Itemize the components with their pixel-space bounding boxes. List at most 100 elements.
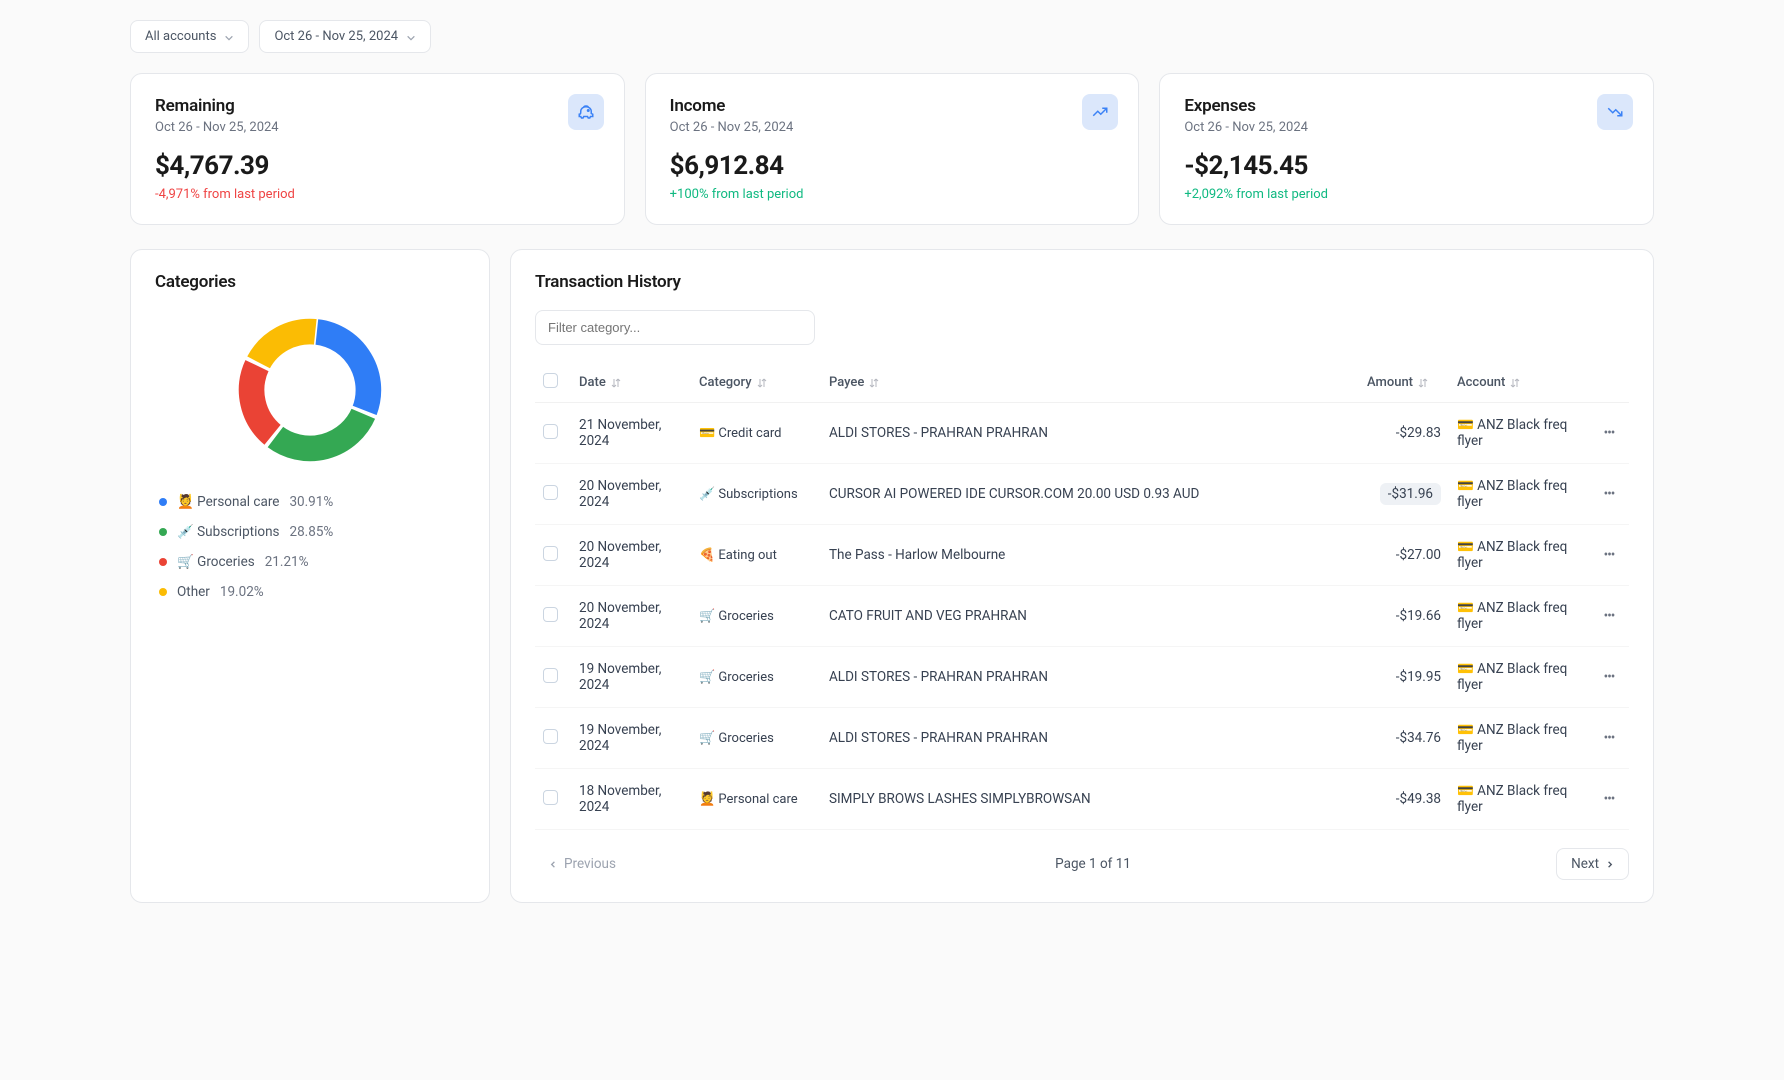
expenses-title: Expenses [1184,96,1629,116]
legend-pct: 21.21% [265,554,309,570]
cell-account: 💳 ANZ Black freq flyer [1449,403,1589,464]
sort-icon [868,377,880,389]
transactions-table: Date Category Payee Amount Account 21 No… [535,363,1629,830]
col-account[interactable]: Account [1449,363,1589,403]
expenses-card: Expenses Oct 26 - Nov 25, 2024 -$2,145.4… [1159,73,1654,225]
period-filter[interactable]: Oct 26 - Nov 25, 2024 [259,20,431,53]
cell-date: 21 November, 2024 [571,403,691,464]
account-filter[interactable]: All accounts [130,20,249,53]
col-amount[interactable]: Amount [1359,363,1449,403]
categories-donut-chart [230,310,390,470]
cell-account: 💳 ANZ Black freq flyer [1449,708,1589,769]
table-row[interactable]: 21 November, 2024 💳 Credit card ALDI STO… [535,403,1629,464]
table-row[interactable]: 20 November, 2024 💉 Subscriptions CURSOR… [535,464,1629,525]
cell-payee: ALDI STORES - PRAHRAN PRAHRAN [821,403,1359,464]
chevron-down-icon [406,32,416,42]
cell-date: 20 November, 2024 [571,464,691,525]
next-button[interactable]: Next [1556,848,1629,880]
legend-dot [159,558,167,566]
row-more-button[interactable]: ••• [1597,726,1621,750]
cell-category: 💆 Personal care [691,769,821,830]
cell-amount: -$31.96 [1359,464,1449,525]
row-checkbox[interactable] [543,729,558,744]
cell-payee: ALDI STORES - PRAHRAN PRAHRAN [821,708,1359,769]
legend-dot [159,588,167,596]
col-category[interactable]: Category [691,363,821,403]
cell-category: 🛒 Groceries [691,586,821,647]
row-more-button[interactable]: ••• [1597,421,1621,445]
account-filter-label: All accounts [145,29,216,44]
legend-item: 💆 Personal care 30.91% [159,494,465,510]
filter-bar: All accounts Oct 26 - Nov 25, 2024 [130,20,1654,53]
chevron-right-icon [1605,860,1614,869]
legend-item: Other 19.02% [159,584,465,600]
categories-legend: 💆 Personal care 30.91% 💉 Subscriptions 28… [155,494,465,600]
category-filter-input[interactable] [535,310,815,345]
col-date[interactable]: Date [571,363,691,403]
cell-date: 19 November, 2024 [571,708,691,769]
prev-button[interactable]: Previous [535,849,630,879]
categories-title: Categories [155,272,465,292]
cell-amount: -$49.38 [1359,769,1449,830]
cell-account: 💳 ANZ Black freq flyer [1449,647,1589,708]
legend-pct: 30.91% [289,494,333,510]
table-row[interactable]: 19 November, 2024 🛒 Groceries ALDI STORE… [535,708,1629,769]
table-row[interactable]: 20 November, 2024 🍕 Eating out The Pass … [535,525,1629,586]
row-more-button[interactable]: ••• [1597,665,1621,689]
legend-item: 🛒 Groceries 21.21% [159,554,465,570]
remaining-title: Remaining [155,96,600,116]
cell-category: 🛒 Groceries [691,647,821,708]
cell-amount: -$19.95 [1359,647,1449,708]
categories-panel: Categories 💆 Personal care 30.91% 💉 Subsc… [130,249,490,903]
row-checkbox[interactable] [543,790,558,805]
remaining-value: $4,767.39 [155,151,600,181]
trend-up-icon [1082,94,1118,130]
row-checkbox[interactable] [543,668,558,683]
row-checkbox[interactable] [543,607,558,622]
table-row[interactable]: 20 November, 2024 🛒 Groceries CATO FRUIT… [535,586,1629,647]
chevron-down-icon [224,32,234,42]
cell-account: 💳 ANZ Black freq flyer [1449,464,1589,525]
row-more-button[interactable]: ••• [1597,604,1621,628]
row-checkbox[interactable] [543,546,558,561]
period-filter-label: Oct 26 - Nov 25, 2024 [274,29,398,44]
trend-down-icon [1597,94,1633,130]
cell-payee: CATO FRUIT AND VEG PRAHRAN [821,586,1359,647]
table-row[interactable]: 18 November, 2024 💆 Personal care SIMPLY… [535,769,1629,830]
history-panel: Transaction History Date Category Payee … [510,249,1654,903]
legend-label: Other [177,584,210,600]
cell-category: 🛒 Groceries [691,708,821,769]
cell-amount: -$19.66 [1359,586,1449,647]
chevron-left-icon [549,860,558,869]
cell-payee: CURSOR AI POWERED IDE CURSOR.COM 20.00 U… [821,464,1359,525]
cell-category: 💉 Subscriptions [691,464,821,525]
cell-date: 18 November, 2024 [571,769,691,830]
select-all-checkbox[interactable] [543,373,558,388]
history-title: Transaction History [535,272,1629,292]
row-more-button[interactable]: ••• [1597,543,1621,567]
legend-label: 💉 Subscriptions [177,524,280,540]
cell-account: 💳 ANZ Black freq flyer [1449,525,1589,586]
summary-cards: Remaining Oct 26 - Nov 25, 2024 $4,767.3… [130,73,1654,225]
sort-icon [1509,377,1521,389]
cell-date: 20 November, 2024 [571,525,691,586]
col-payee[interactable]: Payee [821,363,1359,403]
row-more-button[interactable]: ••• [1597,787,1621,811]
income-value: $6,912.84 [670,151,1115,181]
legend-pct: 19.02% [220,584,264,600]
expenses-delta: +2,092% from last period [1184,187,1629,202]
cell-payee: ALDI STORES - PRAHRAN PRAHRAN [821,647,1359,708]
remaining-card: Remaining Oct 26 - Nov 25, 2024 $4,767.3… [130,73,625,225]
cell-payee: SIMPLY BROWS LASHES SIMPLYBROWSAN [821,769,1359,830]
row-more-button[interactable]: ••• [1597,482,1621,506]
row-checkbox[interactable] [543,485,558,500]
page-status: Page 1 of 11 [1055,856,1131,872]
cell-account: 💳 ANZ Black freq flyer [1449,769,1589,830]
cell-amount: -$27.00 [1359,525,1449,586]
legend-dot [159,498,167,506]
cell-amount: -$34.76 [1359,708,1449,769]
table-row[interactable]: 19 November, 2024 🛒 Groceries ALDI STORE… [535,647,1629,708]
legend-dot [159,528,167,536]
row-checkbox[interactable] [543,424,558,439]
legend-item: 💉 Subscriptions 28.85% [159,524,465,540]
